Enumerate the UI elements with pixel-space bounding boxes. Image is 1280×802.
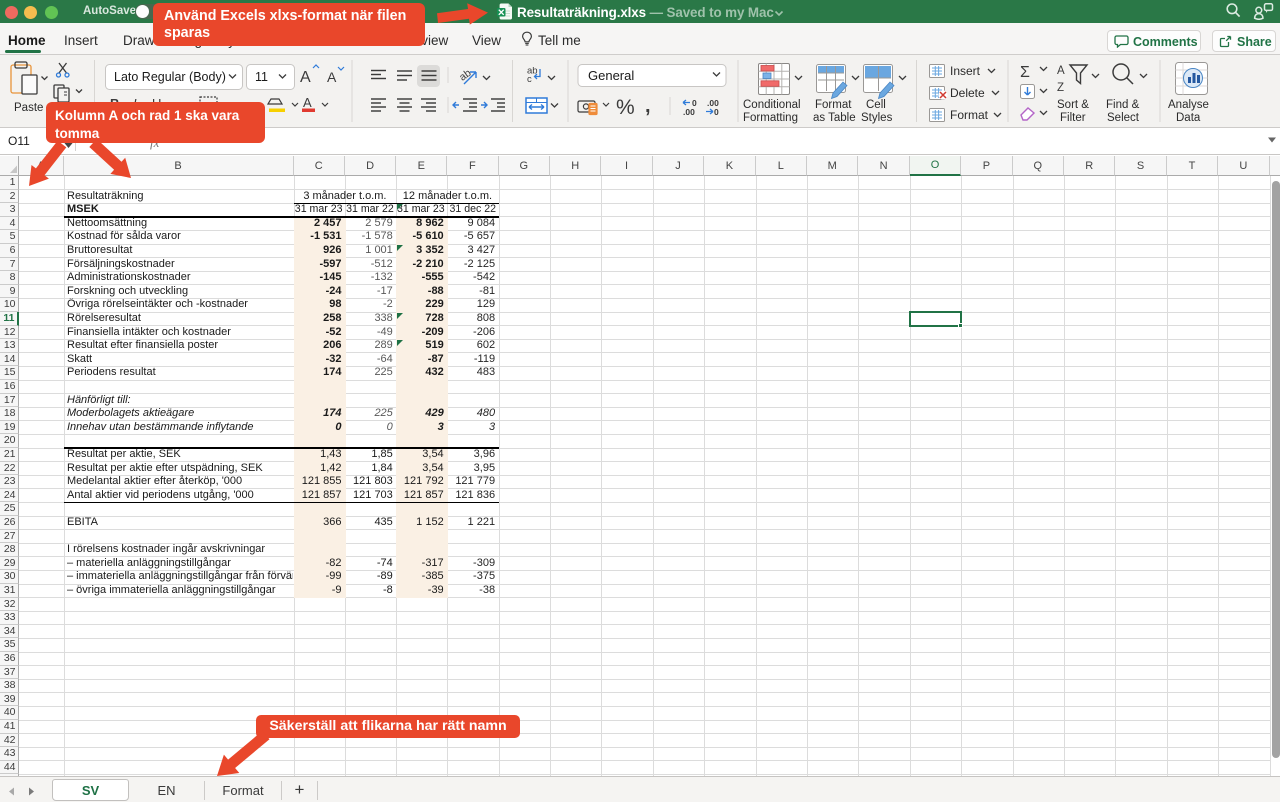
svg-text:Z: Z: [1057, 82, 1064, 94]
svg-text:Find &: Find &: [1106, 99, 1140, 111]
svg-text:A: A: [300, 69, 311, 86]
svg-text:A: A: [303, 95, 312, 110]
svg-text:as Table: as Table: [813, 112, 856, 124]
svg-text:Cell: Cell: [866, 99, 886, 111]
svg-text:A: A: [1057, 65, 1065, 77]
svg-text:Conditional: Conditional: [743, 99, 801, 111]
svg-text:Analyse: Analyse: [1168, 99, 1209, 111]
svg-text:ab: ab: [457, 67, 474, 84]
svg-text:Delete: Delete: [950, 86, 985, 100]
svg-text:Σ: Σ: [1020, 64, 1030, 81]
svg-text:General: General: [588, 68, 634, 83]
svg-text:%: %: [616, 96, 635, 119]
svg-text:c: c: [527, 74, 532, 85]
svg-text:11: 11: [255, 70, 268, 84]
svg-text:Select: Select: [1107, 112, 1140, 124]
svg-text:Paste: Paste: [14, 102, 43, 114]
svg-text:Lato Regular (Body): Lato Regular (Body): [114, 70, 226, 84]
svg-text:Data: Data: [1176, 112, 1201, 124]
svg-text:Styles: Styles: [861, 112, 893, 124]
svg-text:Sort &: Sort &: [1057, 99, 1089, 111]
svg-text:Filter: Filter: [1060, 112, 1086, 124]
svg-text:0: 0: [714, 107, 719, 117]
svg-text:,: ,: [645, 95, 651, 117]
svg-text:A: A: [327, 69, 337, 85]
svg-text:Format: Format: [815, 99, 852, 111]
svg-text:Format: Format: [950, 108, 989, 122]
svg-text:Formatting: Formatting: [743, 112, 798, 124]
svg-text:Insert: Insert: [950, 64, 981, 78]
svg-text:.00: .00: [683, 107, 695, 117]
